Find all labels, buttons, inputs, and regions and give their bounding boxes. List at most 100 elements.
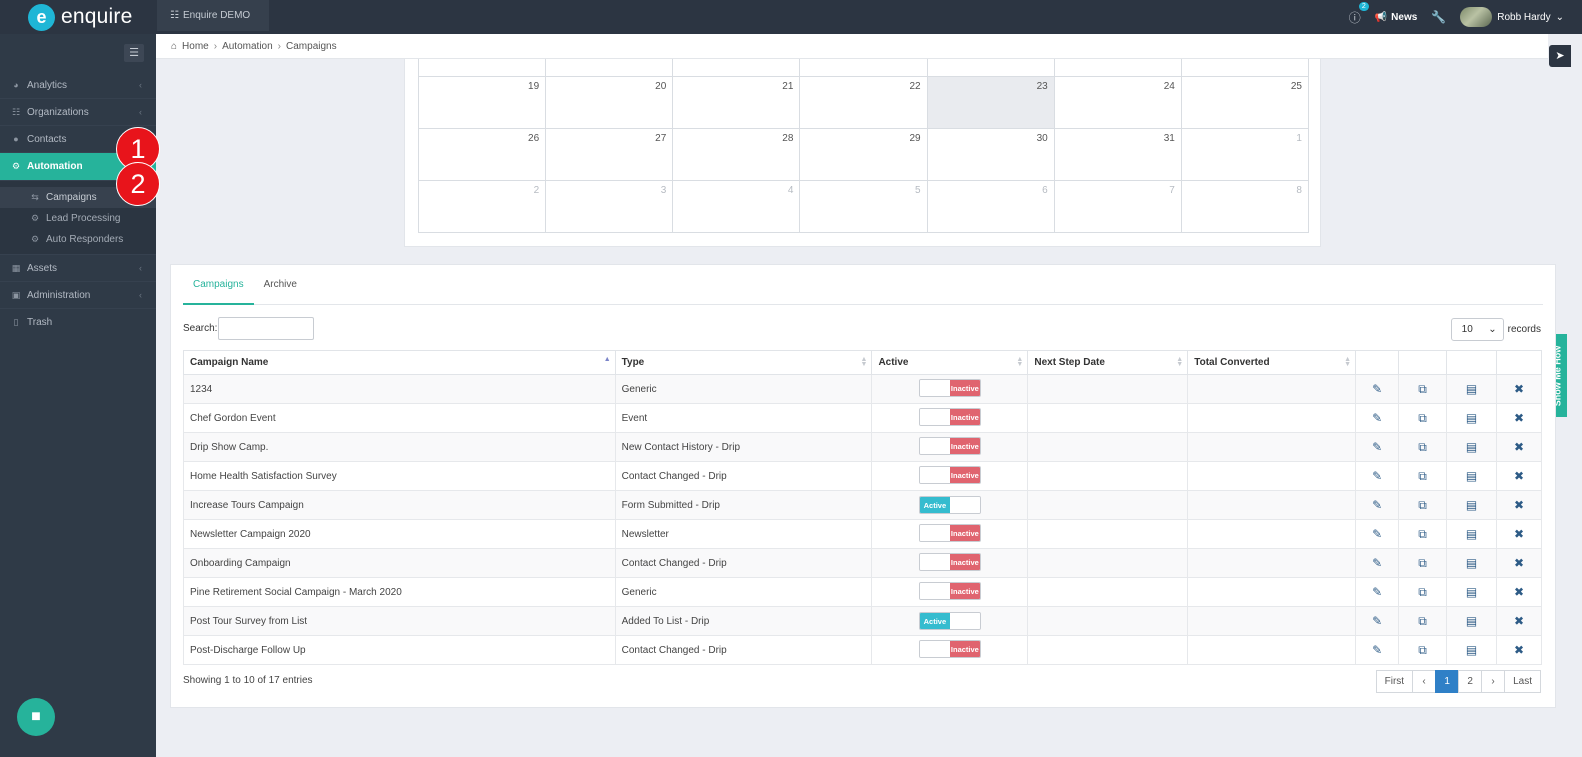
close-icon[interactable]: ✖ bbox=[1514, 469, 1524, 483]
calendar-day-other-month[interactable]: 1 bbox=[1182, 129, 1309, 180]
calendar-day[interactable] bbox=[546, 59, 674, 76]
collapse-panel-button[interactable]: ➤ bbox=[1549, 45, 1571, 67]
calendar-day-other-month[interactable]: 3 bbox=[546, 181, 674, 232]
archive-icon[interactable]: ▤ bbox=[1466, 382, 1477, 396]
copy-icon[interactable]: ⧉ bbox=[1418, 556, 1427, 570]
pencil-icon[interactable]: ✎ bbox=[1372, 382, 1382, 396]
active-toggle[interactable]: Active bbox=[918, 496, 981, 514]
active-toggle[interactable]: Inactive bbox=[918, 466, 981, 484]
copy-icon[interactable]: ⧉ bbox=[1418, 614, 1427, 628]
calendar-day[interactable]: 29 bbox=[800, 129, 928, 180]
pencil-icon[interactable]: ✎ bbox=[1372, 498, 1382, 512]
close-icon[interactable]: ✖ bbox=[1514, 556, 1524, 570]
tab-archive[interactable]: Archive bbox=[254, 264, 307, 304]
pencil-icon[interactable]: ✎ bbox=[1372, 469, 1382, 483]
news-button[interactable]: 📢 News bbox=[1375, 12, 1418, 23]
copy-icon[interactable]: ⧉ bbox=[1418, 585, 1427, 599]
close-icon[interactable]: ✖ bbox=[1514, 440, 1524, 454]
copy-icon[interactable]: ⧉ bbox=[1418, 440, 1427, 454]
sidebar-item-analytics[interactable]: ◕ Analytics ‹ bbox=[0, 72, 156, 99]
archive-icon[interactable]: ▤ bbox=[1466, 440, 1477, 454]
calendar-day[interactable]: 22 bbox=[800, 77, 928, 128]
archive-icon[interactable]: ▤ bbox=[1466, 556, 1477, 570]
calendar-day[interactable]: 25 bbox=[1182, 77, 1309, 128]
close-icon[interactable]: ✖ bbox=[1514, 585, 1524, 599]
archive-icon[interactable]: ▤ bbox=[1466, 498, 1477, 512]
calendar-day[interactable]: 21 bbox=[673, 77, 801, 128]
calendar-day-today[interactable]: 23 bbox=[927, 77, 1055, 128]
sidebar-item-trash[interactable]: ▯ Trash bbox=[0, 309, 156, 336]
active-toggle[interactable]: Inactive bbox=[918, 437, 981, 455]
environment-tab[interactable]: ☷ Enquire DEMO bbox=[157, 0, 269, 31]
copy-icon[interactable]: ⧉ bbox=[1418, 527, 1427, 541]
calendar-day[interactable]: 30 bbox=[928, 129, 1055, 180]
calendar-day[interactable] bbox=[928, 59, 1055, 76]
chat-button[interactable]: ■ bbox=[17, 698, 55, 736]
user-menu[interactable]: Robb Hardy ⌄ bbox=[1460, 7, 1564, 27]
calendar-day[interactable]: 26 bbox=[419, 129, 547, 180]
active-toggle[interactable]: Inactive bbox=[918, 640, 981, 658]
close-icon[interactable]: ✖ bbox=[1514, 498, 1524, 512]
sidebar-item-assets[interactable]: ▦ Assets ‹ bbox=[0, 255, 156, 282]
calendar-day-other-month[interactable]: 7 bbox=[1055, 181, 1182, 232]
archive-icon[interactable]: ▤ bbox=[1466, 585, 1477, 599]
active-toggle[interactable]: Active bbox=[918, 612, 981, 630]
close-icon[interactable]: ✖ bbox=[1514, 527, 1524, 541]
calendar-day[interactable]: 20 bbox=[546, 77, 674, 128]
tab-campaigns[interactable]: Campaigns bbox=[183, 264, 254, 305]
archive-icon[interactable]: ▤ bbox=[1466, 527, 1477, 541]
sidebar-item-organizations[interactable]: ☷ Organizations ‹ bbox=[0, 99, 156, 126]
calendar-day-other-month[interactable]: 6 bbox=[928, 181, 1055, 232]
column-header-active[interactable]: Active ▲ ▼ bbox=[871, 350, 1029, 375]
breadcrumb-home[interactable]: Home bbox=[182, 41, 209, 52]
active-toggle[interactable]: Inactive bbox=[918, 408, 981, 426]
calendar-day[interactable] bbox=[1055, 59, 1182, 76]
calendar-day[interactable]: 27 bbox=[546, 129, 674, 180]
close-icon[interactable]: ✖ bbox=[1514, 411, 1524, 425]
calendar-day[interactable] bbox=[673, 59, 801, 76]
logo[interactable]: e enquire bbox=[28, 0, 132, 34]
pencil-icon[interactable]: ✎ bbox=[1372, 556, 1382, 570]
pagination-last[interactable]: Last bbox=[1504, 670, 1541, 693]
copy-icon[interactable]: ⧉ bbox=[1418, 411, 1427, 425]
close-icon[interactable]: ✖ bbox=[1514, 382, 1524, 396]
calendar-day[interactable] bbox=[419, 59, 547, 76]
records-select[interactable]: 10 ⌄ bbox=[1450, 318, 1504, 341]
pagination-page-1[interactable]: 1 bbox=[1435, 670, 1460, 693]
copy-icon[interactable]: ⧉ bbox=[1418, 469, 1427, 483]
sidebar-toggle-button[interactable]: ☰ bbox=[124, 44, 144, 62]
calendar-day[interactable] bbox=[800, 59, 928, 76]
close-icon[interactable]: ✖ bbox=[1514, 614, 1524, 628]
calendar-day[interactable]: 19 bbox=[419, 77, 547, 128]
breadcrumb-automation[interactable]: Automation bbox=[222, 41, 273, 52]
sidebar-item-administration[interactable]: ▣ Administration ‹ bbox=[0, 282, 156, 309]
copy-icon[interactable]: ⧉ bbox=[1418, 643, 1427, 657]
pagination-first[interactable]: First bbox=[1375, 670, 1414, 693]
copy-icon[interactable]: ⧉ bbox=[1418, 498, 1427, 512]
sidebar-subitem-lead-processing[interactable]: ⚙ Lead Processing bbox=[0, 208, 156, 229]
column-header-campaign-name[interactable]: Campaign Name ▲ bbox=[183, 350, 616, 375]
pencil-icon[interactable]: ✎ bbox=[1372, 614, 1382, 628]
calendar-day-other-month[interactable]: 8 bbox=[1182, 181, 1309, 232]
pencil-icon[interactable]: ✎ bbox=[1372, 527, 1382, 541]
column-header-total-converted[interactable]: Total Converted ▲ ▼ bbox=[1187, 350, 1357, 375]
column-header-type[interactable]: Type ▲ ▼ bbox=[614, 350, 873, 375]
active-toggle[interactable]: Inactive bbox=[918, 553, 981, 571]
calendar-day[interactable]: 31 bbox=[1055, 129, 1182, 180]
wrench-icon[interactable]: 🔧 bbox=[1431, 10, 1446, 24]
calendar-day-other-month[interactable]: 2 bbox=[419, 181, 547, 232]
pencil-icon[interactable]: ✎ bbox=[1372, 643, 1382, 657]
notifications-button[interactable]: ⓘ 2 bbox=[1349, 1, 1369, 26]
search-input[interactable] bbox=[218, 317, 315, 340]
pencil-icon[interactable]: ✎ bbox=[1372, 411, 1382, 425]
active-toggle[interactable]: Inactive bbox=[918, 524, 981, 542]
column-header-next-step-date[interactable]: Next Step Date ▲ ▼ bbox=[1027, 350, 1189, 375]
calendar-day[interactable] bbox=[1182, 59, 1309, 76]
pagination-page-2[interactable]: 2 bbox=[1458, 670, 1483, 693]
pagination-prev[interactable]: ‹ bbox=[1412, 670, 1437, 693]
archive-icon[interactable]: ▤ bbox=[1466, 643, 1477, 657]
active-toggle[interactable]: Inactive bbox=[918, 582, 981, 600]
archive-icon[interactable]: ▤ bbox=[1466, 469, 1477, 483]
close-icon[interactable]: ✖ bbox=[1514, 643, 1524, 657]
calendar-day-other-month[interactable]: 4 bbox=[673, 181, 801, 232]
